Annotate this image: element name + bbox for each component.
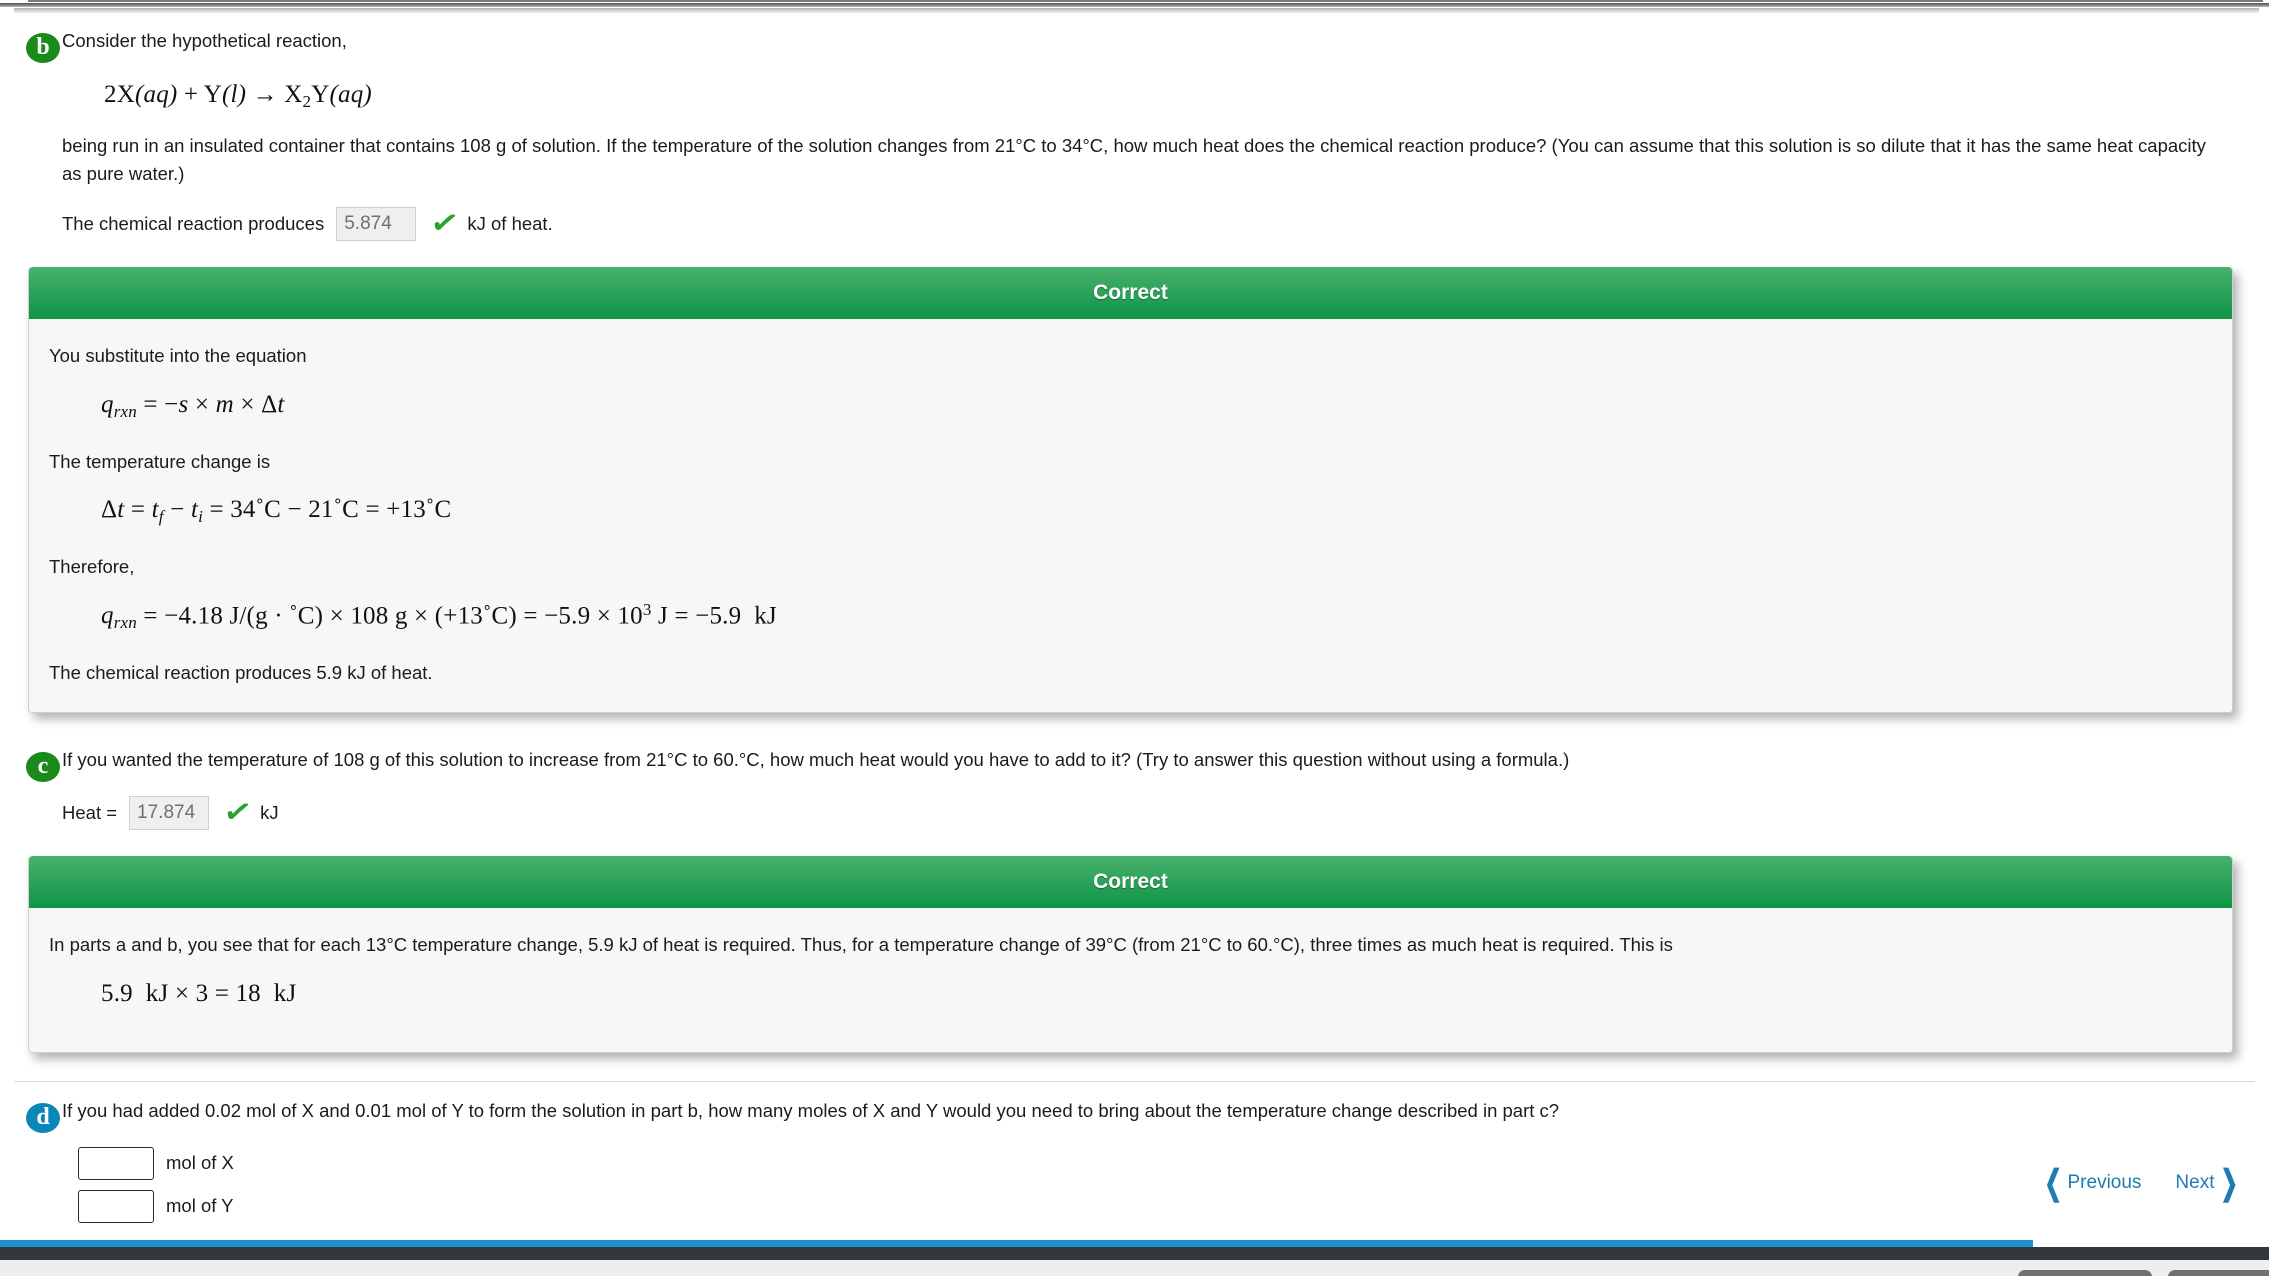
previous-button[interactable]: ❮ Previous bbox=[2039, 1166, 2141, 1200]
feedback-b-line2: The temperature change is bbox=[49, 450, 271, 472]
part-c-answer-row: Heat = ✓ kJ bbox=[62, 794, 2269, 831]
part-d-y-input[interactable] bbox=[78, 1189, 154, 1223]
part-d-x-row: mol of X bbox=[78, 1146, 2269, 1180]
feedback-box-b: Correct You substitute into the equation… bbox=[28, 267, 2233, 713]
app-tray bbox=[0, 1260, 2269, 1276]
feedback-c-line1: In parts a and b, you see that for each … bbox=[49, 933, 1673, 955]
feedback-box-c: Correct In parts a and b, you see that f… bbox=[28, 855, 2233, 1053]
part-d-badge: d bbox=[26, 1102, 60, 1133]
feedback-b-eq3: qrxn = −4.18 J/(g · ˚C) × 108 g × (+13˚C… bbox=[101, 599, 777, 633]
part-b-answer-unit: kJ of heat. bbox=[467, 213, 553, 235]
part-b-answer-prefix: The chemical reaction produces bbox=[62, 213, 325, 235]
feedback-b-eq1: qrxn = −s × m × Δt bbox=[101, 390, 285, 421]
window-bottom-chrome bbox=[0, 1240, 2269, 1276]
feedback-b-line1: You substitute into the equation bbox=[49, 345, 307, 367]
part-b-prompt: Consider the hypothetical reaction, bbox=[62, 30, 347, 51]
part-c-prompt-row: c If you wanted the temperature of 108 g … bbox=[26, 747, 2269, 782]
feedback-b-eq2: Δt = tf − ti = 34˚C − 21˚C = +13˚C bbox=[101, 496, 452, 527]
feedback-b-header: Correct bbox=[29, 267, 2232, 320]
part-b-stem: being run in an insulated container that… bbox=[62, 134, 2206, 185]
part-d-prompt-row: d If you had added 0.02 mol of X and 0.01… bbox=[26, 1098, 2269, 1133]
feedback-c-body: In parts a and b, you see that for each … bbox=[29, 908, 2232, 1052]
feedback-c-header: Correct bbox=[29, 855, 2232, 908]
part-d-y-row: mol of Y bbox=[78, 1189, 2269, 1223]
part-b-equation: 2X(aq) + Y(l) → X2Y(aq) bbox=[104, 81, 372, 111]
part-b-prompt-row: b Consider the hypothetical reaction, bbox=[26, 28, 2269, 63]
part-b-answer-input[interactable] bbox=[336, 207, 417, 242]
part-c-answer-label: Heat = bbox=[62, 801, 118, 823]
feedback-b-body: You substitute into the equation qrxn = … bbox=[29, 319, 2232, 712]
tray-button-2[interactable] bbox=[2168, 1270, 2269, 1276]
feedback-c-eq1: 5.9 kJ × 3 = 18 kJ bbox=[101, 979, 297, 1007]
page-root: b Consider the hypothetical reaction, 2X(… bbox=[0, 0, 2269, 1276]
check-icon: ✓ bbox=[427, 205, 462, 242]
part-c-prompt: If you wanted the temperature of 108 g o… bbox=[62, 748, 1570, 770]
panel-top-shadow-line bbox=[0, 3, 2269, 7]
part-b-block: b Consider the hypothetical reaction, 2X(… bbox=[0, 12, 2269, 242]
feedback-b-line3: Therefore, bbox=[49, 556, 135, 578]
accent-bar bbox=[0, 1240, 2033, 1247]
chevron-left-icon: ❮ bbox=[2044, 1164, 2063, 1202]
part-d-block: d If you had added 0.02 mol of X and 0.01… bbox=[0, 1082, 2269, 1223]
next-button[interactable]: Next ❯ bbox=[2175, 1166, 2243, 1200]
part-d-x-label: mol of X bbox=[166, 1152, 234, 1174]
part-d-prompt: If you had added 0.02 mol of X and 0.01 … bbox=[62, 1099, 1560, 1121]
panel-top-edge bbox=[0, 0, 2269, 14]
footer-bar bbox=[0, 1247, 2269, 1260]
feedback-b-line4: The chemical reaction produces 5.9 kJ of… bbox=[49, 662, 433, 684]
chevron-right-icon: ❯ bbox=[2219, 1164, 2238, 1202]
part-c-answer-input[interactable] bbox=[129, 795, 210, 830]
tray-button-1[interactable] bbox=[2018, 1270, 2152, 1276]
navigation-controls: ❮ Previous Next ❯ bbox=[2039, 1166, 2243, 1200]
part-b-badge: b bbox=[26, 33, 60, 63]
part-c-answer-unit: kJ bbox=[260, 801, 279, 823]
part-d-x-input[interactable] bbox=[78, 1146, 154, 1180]
part-b-answer-row: The chemical reaction produces ✓ kJ of h… bbox=[62, 205, 2269, 242]
question-content: b Consider the hypothetical reaction, 2X(… bbox=[0, 12, 2269, 1223]
previous-label: Previous bbox=[2067, 1172, 2142, 1193]
check-icon: ✓ bbox=[220, 794, 255, 831]
part-d-y-label: mol of Y bbox=[166, 1195, 234, 1217]
next-label: Next bbox=[2175, 1172, 2215, 1193]
part-c-badge: c bbox=[26, 751, 60, 782]
part-c-block: c If you wanted the temperature of 108 g … bbox=[0, 713, 2269, 831]
